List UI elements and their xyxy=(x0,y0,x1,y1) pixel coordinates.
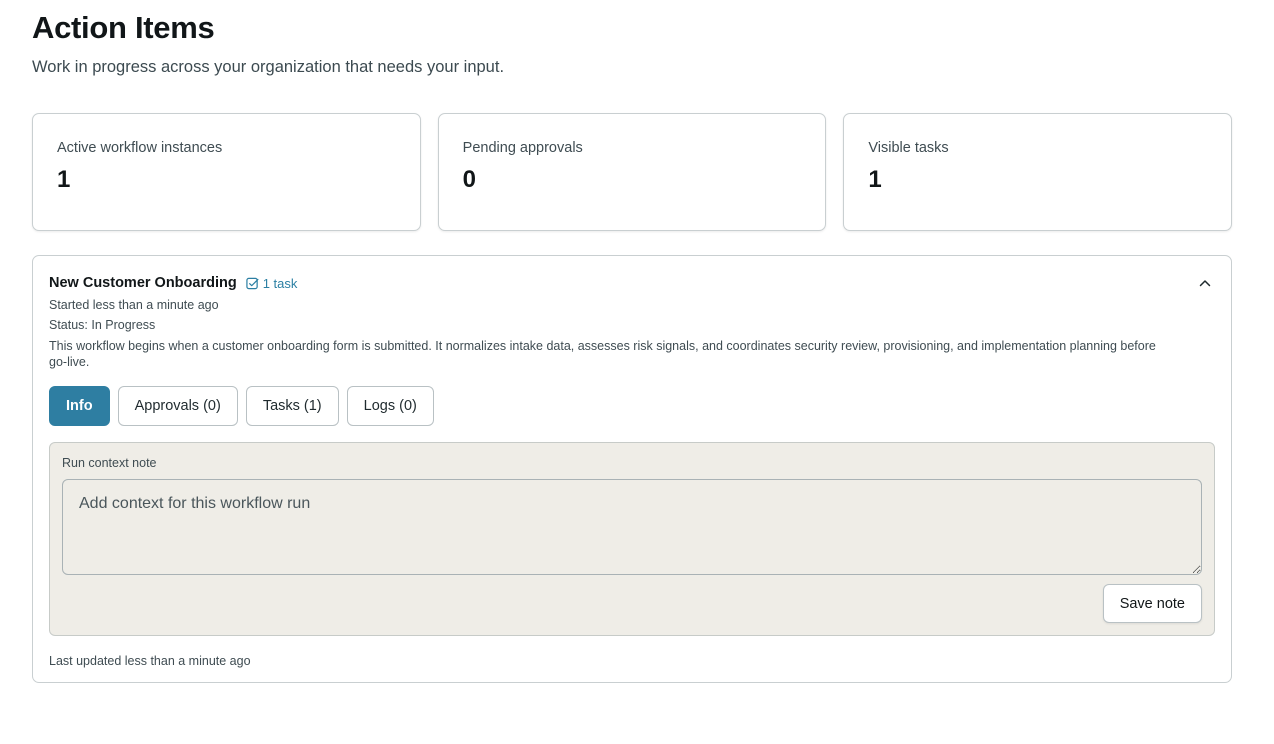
tab-info[interactable]: Info xyxy=(49,386,110,426)
tab-approvals[interactable]: Approvals (0) xyxy=(117,386,238,426)
stat-value: 0 xyxy=(462,166,477,193)
workflow-title: New Customer Onboarding xyxy=(49,275,237,291)
stat-card-pending-approvals: Pending approvals 0 xyxy=(437,113,827,231)
run-context-note-input[interactable] xyxy=(62,479,1202,575)
action-items-page: Action Items Work in progress across you… xyxy=(0,0,1274,744)
stat-label: Visible tasks xyxy=(868,140,949,156)
page-subtitle: Work in progress across your organizatio… xyxy=(32,58,505,76)
run-context-note-label: Run context note xyxy=(62,456,157,470)
task-count-badge[interactable]: 1 task xyxy=(246,275,298,291)
stats-row: Active workflow instances 1 Pending appr… xyxy=(32,113,1233,231)
checkbox-icon xyxy=(246,277,259,289)
run-context-note-panel: Run context note Save note xyxy=(49,442,1215,636)
collapse-button[interactable] xyxy=(1195,274,1215,292)
stat-label: Pending approvals xyxy=(462,140,583,156)
workflow-header: New Customer Onboarding 1 task xyxy=(49,274,1215,292)
workflow-status: Status: In Progress xyxy=(49,318,156,332)
stat-value: 1 xyxy=(57,166,71,193)
workflow-card: New Customer Onboarding 1 task Started l… xyxy=(32,255,1232,683)
workflow-description: This workflow begins when a customer onb… xyxy=(49,339,1156,369)
task-count-label: 1 task xyxy=(262,275,298,291)
tab-logs[interactable]: Logs (0) xyxy=(346,386,434,426)
last-updated-text: Last updated less than a minute ago xyxy=(49,654,251,668)
stat-label: Active workflow instances xyxy=(57,140,223,156)
tab-tasks[interactable]: Tasks (1) xyxy=(245,386,339,426)
workflow-tabs: Info Approvals (0) Tasks (1) Logs (0) xyxy=(49,386,1215,426)
save-note-button[interactable]: Save note xyxy=(1102,584,1202,623)
stat-value: 1 xyxy=(868,166,882,193)
chevron-up-icon xyxy=(1199,280,1211,287)
stat-card-visible-tasks: Visible tasks 1 xyxy=(843,113,1233,231)
stat-card-active-workflows: Active workflow instances 1 xyxy=(32,113,421,231)
page-title: Action Items xyxy=(32,10,215,45)
workflow-started: Started less than a minute ago xyxy=(49,298,219,312)
